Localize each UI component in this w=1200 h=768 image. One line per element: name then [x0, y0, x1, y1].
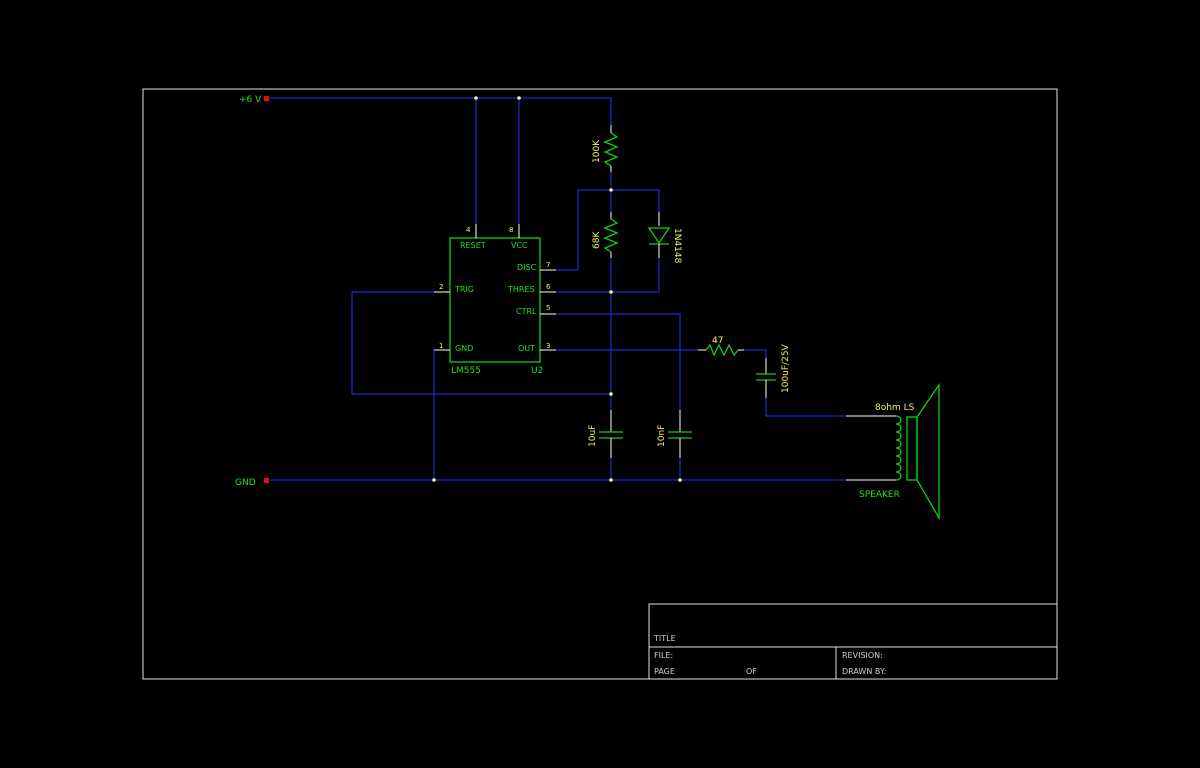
wires — [270, 97, 846, 481]
schematic-canvas: TITLE FILE: PAGE OF REVISION: DRAWN BY: — [142, 88, 1058, 680]
capacitor-100uf-value: 100uF/25V — [781, 343, 791, 393]
capacitor-100uf: 100uF/25V — [756, 343, 791, 398]
pin-label-thres: THRES — [507, 285, 535, 294]
pin-label-out: OUT — [518, 344, 535, 353]
vcc-label: +6 V — [239, 95, 262, 105]
resistor-100k: 100K — [592, 125, 619, 172]
ic-name: LM555 — [451, 366, 481, 376]
pin-num-thres: 6 — [546, 283, 551, 291]
lm555-ic: 4 8 7 6 5 3 2 1 RESET VCC DISC THRES CTR… — [434, 224, 556, 376]
resistor-100k-value: 100K — [592, 139, 602, 163]
pin-num-gnd: 1 — [439, 342, 443, 350]
ic-ref: U2 — [531, 366, 543, 376]
vcc-power-flag — [264, 96, 269, 101]
pin-label-trig: TRIG — [454, 285, 474, 294]
pin-num-out: 3 — [546, 342, 550, 350]
speaker-ref: SPEAKER — [859, 490, 900, 500]
file-field: FILE: — [654, 651, 673, 660]
pin-num-ctrl: 5 — [546, 304, 550, 312]
resistor-47-value: 47 — [712, 336, 723, 346]
capacitor-10uf-value: 10uF — [588, 425, 598, 447]
title-field: TITLE — [653, 634, 676, 643]
pin-label-reset: RESET — [460, 241, 486, 250]
page-field: PAGE — [654, 667, 675, 676]
gnd-power-flag — [264, 478, 269, 483]
of-field: OF — [746, 667, 757, 676]
resistor-68k: 68K — [592, 212, 619, 258]
drawing-frame — [142, 88, 1058, 680]
resistor-68k-value: 68K — [592, 231, 602, 249]
pin-label-gnd: GND — [455, 344, 473, 353]
gnd-label: GND — [235, 478, 256, 488]
title-block: TITLE FILE: PAGE OF REVISION: DRAWN BY: — [648, 603, 1058, 680]
speaker-value: 8ohm LS — [875, 403, 915, 413]
pin-num-disc: 7 — [546, 261, 550, 269]
pin-label-vcc: VCC — [511, 241, 528, 250]
pin-num-vcc: 8 — [509, 226, 513, 234]
pin-num-reset: 4 — [466, 226, 471, 234]
pin-label-ctrl: CTRL — [516, 307, 537, 316]
drawn-by-field: DRAWN BY: — [842, 667, 886, 676]
resistor-47: 47 — [698, 336, 744, 357]
diode-value: 1N4148 — [672, 228, 682, 264]
pin-num-trig: 2 — [439, 283, 443, 291]
speaker: 8ohm LS SPEAKER — [846, 382, 940, 521]
pin-label-disc: DISC — [517, 263, 537, 272]
capacitor-10nf-value: 10nF — [657, 425, 667, 447]
capacitor-10nf: 10nF — [657, 410, 692, 458]
revision-field: REVISION: — [842, 651, 883, 660]
capacitor-10uf: 10uF — [588, 410, 623, 458]
diode-1n4148: 1N4148 — [647, 212, 682, 264]
